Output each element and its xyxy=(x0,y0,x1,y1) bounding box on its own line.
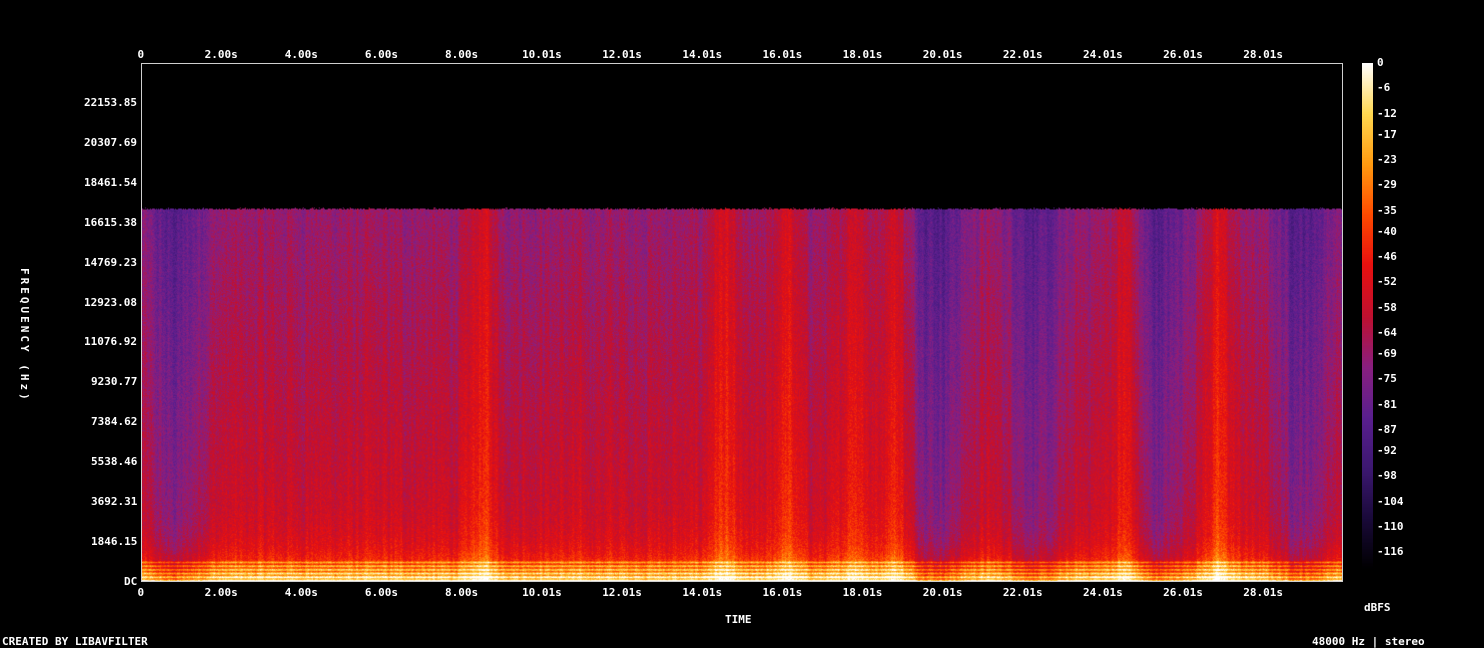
y-tick-label: 7384.62 xyxy=(91,415,138,429)
x-tick-label: 8.00s xyxy=(445,48,479,61)
x-tick-label: 0 xyxy=(137,586,145,599)
y-tick-label: 18461.54 xyxy=(84,175,137,189)
y-tick-label: 3692.31 xyxy=(91,495,138,509)
audio-info-text: 48000 Hz | stereo xyxy=(1312,635,1425,648)
x-tick-label: 6.00s xyxy=(364,586,399,599)
colorbar-tick-label: -81 xyxy=(1377,397,1397,411)
colorbar-tick-label: 0 xyxy=(1377,56,1384,69)
x-tick-label: 14.01s xyxy=(682,586,723,599)
y-tick-label: 9230.77 xyxy=(91,375,138,389)
colorbar-gradient xyxy=(1362,63,1373,569)
x-tick-label: 16.01s xyxy=(762,48,803,61)
colorbar-tick-label: -87 xyxy=(1377,422,1397,436)
x-tick-label: 8.00s xyxy=(445,586,479,599)
x-tick-label: 18.01s xyxy=(842,48,883,61)
spectrogram-heatmap xyxy=(142,64,1342,581)
y-tick-label: 14769.23 xyxy=(84,255,137,269)
x-tick-label: 0 xyxy=(137,48,145,61)
x-tick-label: 16.01s xyxy=(762,586,803,599)
y-tick-label: 11076.92 xyxy=(84,335,137,349)
x-axis-label: TIME xyxy=(725,613,752,626)
colorbar-tick-label: -52 xyxy=(1377,275,1397,289)
colorbar-tick-label: -104 xyxy=(1377,494,1404,508)
x-tick-label: 6.00s xyxy=(364,48,399,61)
x-tick-label: 18.01s xyxy=(842,586,883,599)
colorbar-tick-label: -110 xyxy=(1377,519,1404,533)
colorbar-tick-label: -64 xyxy=(1377,325,1397,339)
x-tick-label: 24.01s xyxy=(1083,48,1123,61)
x-tick-label: 20.01s xyxy=(922,586,963,599)
colorbar-tick-label: -17 xyxy=(1377,127,1397,141)
x-tick-label: 10.01s xyxy=(522,586,562,599)
y-tick-label: 22153.85 xyxy=(84,95,137,109)
colorbar-tick-label: -12 xyxy=(1377,106,1397,120)
colorbar-tick-label: -35 xyxy=(1377,203,1397,217)
colorbar-label: dBFS xyxy=(1364,601,1391,614)
y-tick-label: 12923.08 xyxy=(84,295,137,309)
colorbar-tick-label: -40 xyxy=(1377,224,1397,238)
x-tick-label: 4.00s xyxy=(284,586,318,599)
y-axis-label: FREQUENCY (Hz) xyxy=(18,268,31,403)
x-tick-label: 26.01s xyxy=(1163,586,1203,599)
x-tick-label: 20.01s xyxy=(922,48,963,61)
y-tick-label: DC xyxy=(124,575,138,588)
colorbar-tick-label: -29 xyxy=(1377,178,1397,192)
x-tick-label: 4.00s xyxy=(284,48,318,61)
x-tick-label: 2.00s xyxy=(204,48,238,61)
y-tick-label: 20307.69 xyxy=(84,135,137,149)
colorbar-tick-label: -6 xyxy=(1377,81,1391,95)
x-tick-label: 26.01s xyxy=(1163,48,1203,61)
x-tick-label: 12.01s xyxy=(602,586,642,599)
x-tick-label: 10.01s xyxy=(522,48,562,61)
spectrogram-plot xyxy=(141,63,1343,582)
colorbar-tick-label: -98 xyxy=(1377,469,1397,483)
credit-text: CREATED BY LIBAVFILTER xyxy=(2,635,148,648)
colorbar-tick-label: -23 xyxy=(1377,152,1397,166)
colorbar-tick-label: -75 xyxy=(1377,372,1397,386)
x-tick-label: 14.01s xyxy=(682,48,723,61)
colorbar-tick-label: -116 xyxy=(1377,545,1404,559)
x-tick-label: 28.01s xyxy=(1243,586,1284,599)
x-tick-label: 22.01s xyxy=(1002,48,1043,61)
y-tick-label: 1846.15 xyxy=(91,535,138,549)
colorbar-tick-label: -58 xyxy=(1377,300,1397,314)
x-tick-label: 24.01s xyxy=(1083,586,1123,599)
x-tick-label: 2.00s xyxy=(204,586,238,599)
y-tick-label: 5538.46 xyxy=(91,455,138,469)
x-tick-label: 12.01s xyxy=(602,48,642,61)
x-tick-label: 28.01s xyxy=(1243,48,1284,61)
colorbar-tick-label: -92 xyxy=(1377,443,1397,457)
x-tick-label: 22.01s xyxy=(1002,586,1043,599)
colorbar-tick-label: -46 xyxy=(1377,249,1397,263)
colorbar-tick-label: -69 xyxy=(1377,346,1397,360)
y-tick-label: 16615.38 xyxy=(84,215,137,229)
